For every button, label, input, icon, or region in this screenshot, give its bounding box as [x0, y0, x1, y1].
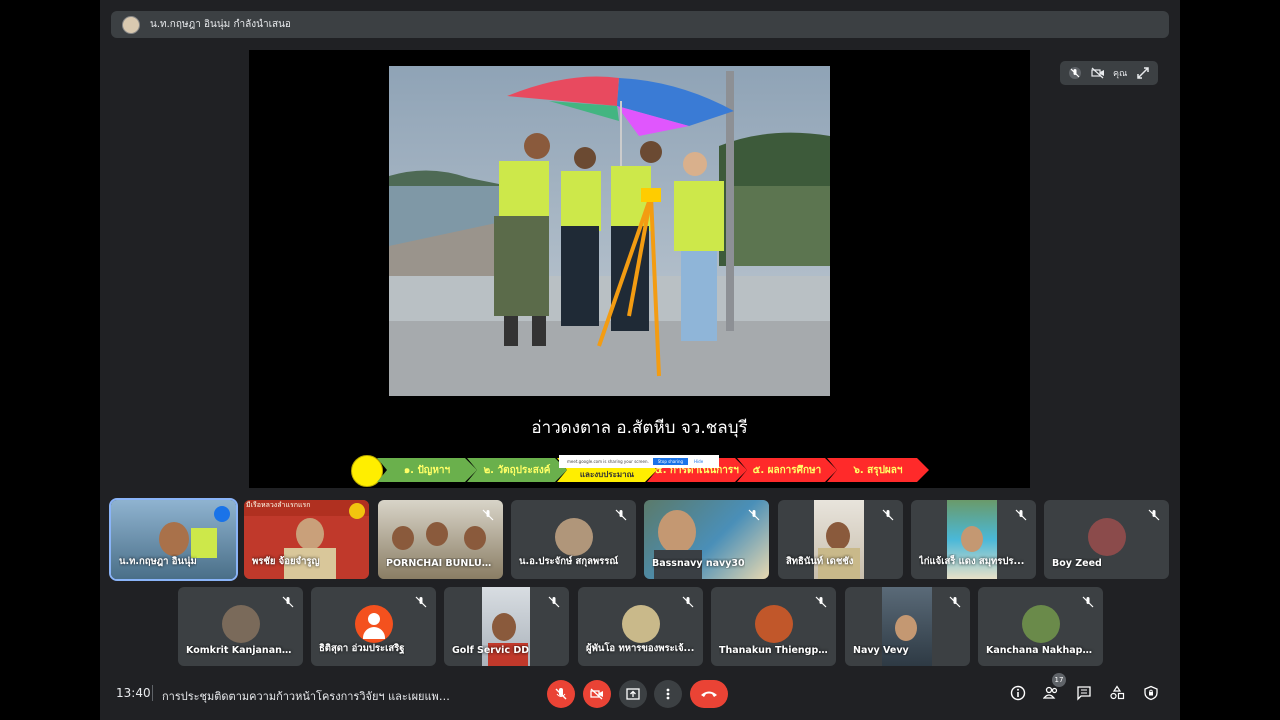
participant-name: ธิติสุดา อ่วมประเสริฐ: [319, 643, 405, 654]
participant-avatar: [354, 605, 393, 643]
participant-name: Kanchana Nakhapako...: [986, 645, 1096, 656]
participant-tile[interactable]: Thanakun Thiengpree...: [711, 587, 836, 666]
mic-off-icon: [882, 509, 894, 521]
participant-tile[interactable]: Kanchana Nakhapako...: [978, 587, 1103, 666]
participant-name: Navy Vevy: [853, 645, 909, 656]
participant-avatar: [221, 605, 260, 643]
presenter-text: น.ท.กฤษฎา อินนุ่ม กำลังนำเสนอ: [150, 19, 291, 30]
host-controls-icon: [1144, 685, 1158, 701]
participant-tile[interactable]: Bassnavy navy30: [644, 500, 769, 579]
activities-icon: [1110, 685, 1125, 700]
more-options-button[interactable]: [654, 680, 682, 708]
sun-icon: [351, 455, 383, 487]
participant-tile[interactable]: Navy Vevy: [845, 587, 970, 666]
mic-off-icon: [748, 509, 760, 521]
mic-off-icon: [815, 596, 827, 608]
hide-button[interactable]: Hide: [694, 459, 703, 464]
participant-tile[interactable]: น.อ.ประจักษ์ สกุลพรรณ์: [511, 500, 636, 579]
participant-tile[interactable]: PORNCHAI BUNLUSRI: [378, 500, 503, 579]
participant-name: น.อ.ประจักษ์ สกุลพรรณ์: [519, 556, 619, 567]
step-2: ๒. วัตถุประสงค์: [467, 458, 567, 482]
participant-avatar: [554, 518, 593, 556]
mic-off-icon: [1015, 509, 1027, 521]
participant-name: สิทธินันท์ เดชชัง: [786, 556, 854, 567]
leave-call-button[interactable]: [690, 680, 728, 708]
step-6: ๖. สรุปผลฯ: [827, 458, 929, 482]
chat-icon: [1077, 686, 1091, 701]
camera-off-icon: [590, 688, 603, 700]
participant-name: ไก่แจ้เสร็ แดง สมุทรปร...: [919, 556, 1025, 567]
mic-off-icon: [548, 596, 560, 608]
participant-count-badge: 17: [1052, 673, 1066, 687]
host-controls-button[interactable]: [1142, 684, 1160, 702]
participant-name: Golf Servic DD: [452, 645, 530, 656]
presenter-avatar: [122, 15, 140, 34]
participant-name: Boy Zeed: [1052, 558, 1102, 569]
slide-caption: อ่าวดงตาล อ.สัตหีบ จว.ชลบุรี: [531, 418, 748, 438]
participant-avatar: [621, 605, 660, 643]
mic-off-icon: [415, 596, 427, 608]
participant-tile[interactable]: มีเรือหลวงลำแรกแรก พรชัย จ้อยจำรูญ: [244, 500, 369, 579]
emblem-icon: [349, 503, 365, 519]
mic-off-icon: [1148, 509, 1160, 521]
you-label: คุณ: [1113, 69, 1128, 79]
participant-tile[interactable]: Boy Zeed: [1044, 500, 1169, 579]
screen-share: อ่าวดงตาล อ.สัตหีบ จว.ชลบุรี ๑. ปัญหาฯ ๒…: [249, 50, 1030, 488]
mic-toggle-button[interactable]: [547, 680, 575, 708]
present-icon: [626, 688, 640, 700]
activities-button[interactable]: [1108, 684, 1126, 702]
camera-toggle-button[interactable]: [583, 680, 611, 708]
step-5: ๕. ผลการศึกษา: [737, 458, 837, 482]
participant-name: Thanakun Thiengpree...: [719, 645, 829, 656]
clock: 13:40: [116, 686, 151, 700]
mic-off-icon: [682, 596, 694, 608]
participant-tile[interactable]: ไก่แจ้เสร็ แดง สมุทรปร...: [911, 500, 1036, 579]
hangup-icon: [701, 691, 717, 697]
mic-off-icon: [949, 596, 961, 608]
mic-off-icon: [555, 688, 567, 700]
mic-off-icon: [282, 596, 294, 608]
participant-avatar: [1021, 605, 1060, 643]
bottom-bar: 13:40 การประชุมติดตามความก้าวหน้าโครงการ…: [100, 672, 1180, 720]
people-icon: [1043, 686, 1058, 699]
info-icon: [1010, 685, 1026, 701]
participant-avatar: [754, 605, 793, 643]
slide-photo: [389, 66, 830, 396]
meeting-details-button[interactable]: [1009, 684, 1027, 702]
participant-name: PORNCHAI BUNLUSRI: [386, 558, 496, 569]
participant-name: น.ท.กฤษฎา อินนุ่ม: [119, 556, 197, 567]
chat-button[interactable]: [1075, 684, 1093, 702]
presenter-banner: น.ท.กฤษฎา อินนุ่ม กำลังนำเสนอ: [111, 11, 1169, 38]
presentation-controls: คุณ: [1060, 61, 1158, 85]
sharing-notice-bar: meet.google.com is sharing your screen. …: [559, 455, 719, 468]
stop-sharing-button[interactable]: Stop sharing: [652, 458, 689, 465]
mic-off-icon: [482, 509, 494, 521]
more-icon: [666, 688, 670, 700]
expand-icon[interactable]: [1136, 66, 1150, 80]
participant-tile[interactable]: สิทธินันท์ เดชชัง: [778, 500, 903, 579]
mic-off-icon[interactable]: [1068, 66, 1082, 80]
participant-name: Bassnavy navy30: [652, 558, 745, 569]
mic-off-icon: [1082, 596, 1094, 608]
meeting-title: การประชุมติดตามความก้าวหน้าโครงการวิจัยฯ…: [162, 690, 452, 703]
sharing-notice-text: meet.google.com is sharing your screen.: [567, 459, 649, 464]
camera-off-icon[interactable]: [1091, 66, 1105, 80]
participant-tile[interactable]: Komkrit Kanjananuwat: [178, 587, 303, 666]
participant-tile[interactable]: ธิติสุดา อ่วมประเสริฐ: [311, 587, 436, 666]
participant-tile[interactable]: Golf Servic DD: [444, 587, 569, 666]
present-now-button[interactable]: [619, 680, 647, 708]
participant-tile[interactable]: น.ท.กฤษฎา อินนุ่ม: [109, 498, 238, 581]
participant-tile[interactable]: ผู้พันโอ ทหารของพระเจ้...: [578, 587, 703, 666]
participant-name: ผู้พันโอ ทหารของพระเจ้...: [586, 643, 695, 654]
participant-name: Komkrit Kanjananuwat: [186, 645, 296, 656]
divider: [152, 685, 153, 701]
participant-name: พรชัย จ้อยจำรูญ: [252, 556, 320, 567]
step-1: ๑. ปัญหาฯ: [377, 458, 477, 482]
participant-avatar: [1087, 518, 1126, 556]
speaking-icon: [214, 506, 230, 522]
mic-off-icon: [615, 509, 627, 521]
meet-window: น.ท.กฤษฎา อินนุ่ม กำลังนำเสนอ อ่าวดงตาล …: [100, 0, 1180, 720]
